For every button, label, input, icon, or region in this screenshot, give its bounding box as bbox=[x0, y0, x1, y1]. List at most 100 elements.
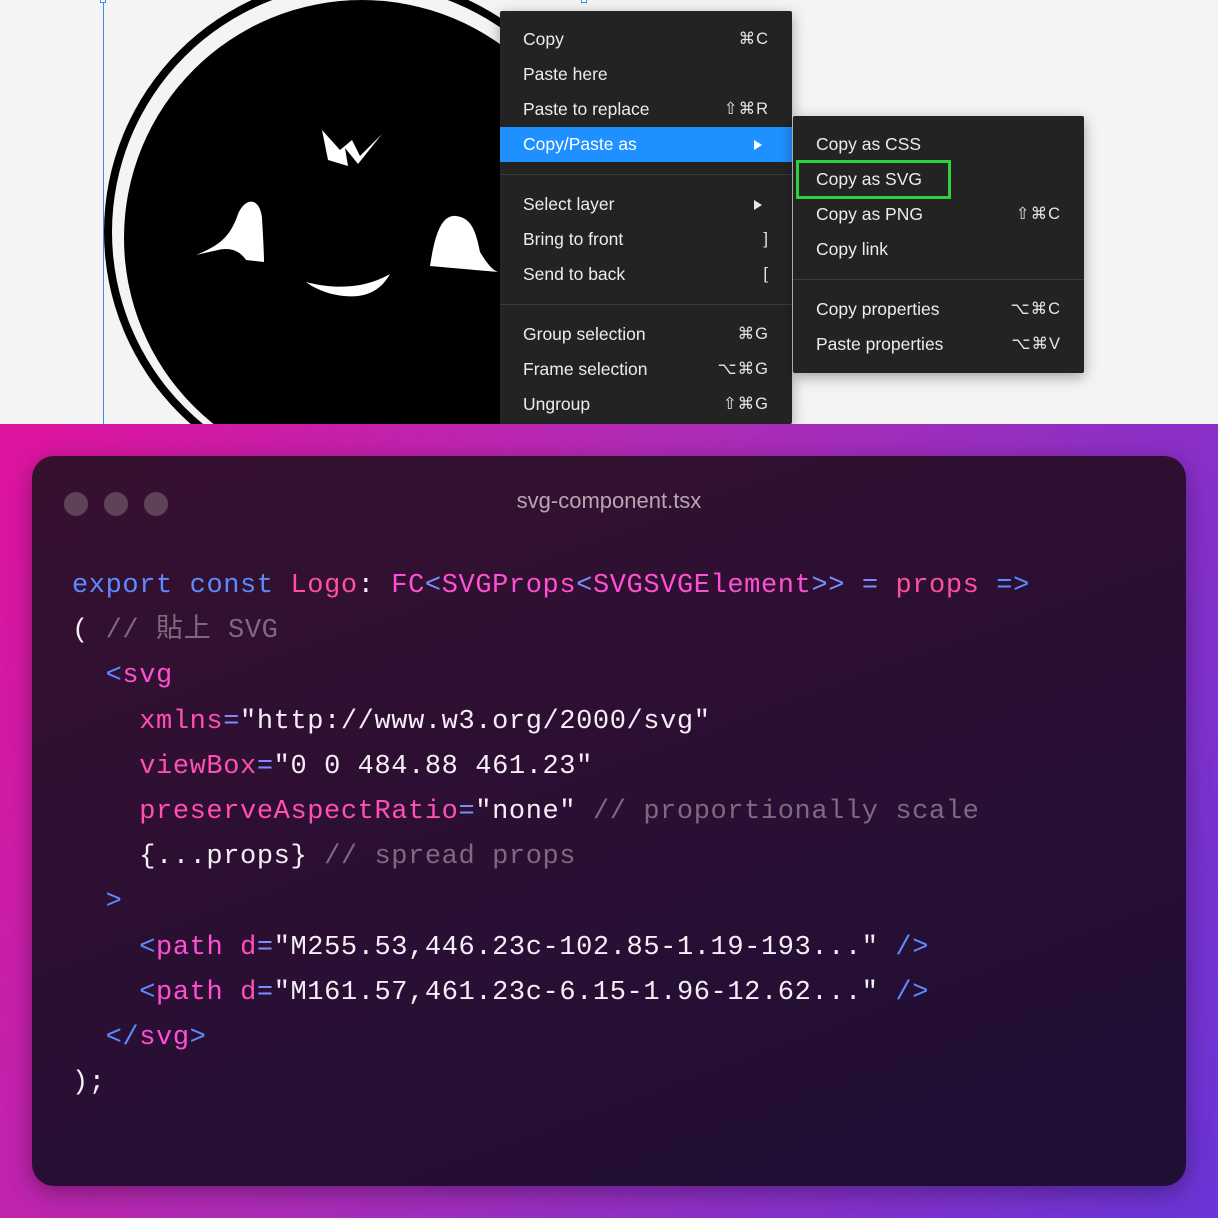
code-line: preserveAspectRatio="none" // proportion… bbox=[72, 790, 1030, 835]
code-token: // 貼上 SVG bbox=[105, 616, 279, 647]
code-token: = bbox=[861, 571, 879, 601]
shortcut-label: ⌥⌘V bbox=[1011, 335, 1061, 353]
menu-item-paste-to-replace[interactable]: Paste to replace ⇧⌘R bbox=[500, 92, 792, 127]
code-token: < bbox=[139, 977, 157, 1008]
code-line: </svg> bbox=[72, 1016, 1030, 1061]
menu-item-label: Copy as PNG bbox=[816, 204, 923, 224]
menu-item-label: Select layer bbox=[523, 194, 615, 214]
code-token: = bbox=[458, 796, 476, 827]
menu-divider bbox=[500, 304, 792, 305]
code-token: = bbox=[256, 932, 274, 963]
menu-item-label: Paste here bbox=[523, 64, 608, 84]
menu-item-group-selection[interactable]: Group selection ⌘G bbox=[500, 317, 792, 352]
menu-divider bbox=[500, 174, 792, 175]
code-token: "M255.53,446.23c-102.85-1.19-193..." bbox=[273, 932, 879, 963]
menu-item-bring-to-front[interactable]: Bring to front ] bbox=[500, 222, 792, 257]
window-title: svg-component.tsx bbox=[516, 488, 702, 513]
menu-item-label: Paste to replace bbox=[523, 99, 650, 119]
code-token: "M161.57,461.23c-6.15-1.96-12.62..." bbox=[273, 977, 879, 1008]
code-token: {...props} bbox=[139, 842, 308, 873]
code-token: >> bbox=[811, 571, 845, 601]
code-line: ( // 貼上 SVG bbox=[72, 609, 1030, 654]
menu-item-label: Copy bbox=[523, 29, 564, 49]
code-token: ( bbox=[72, 616, 106, 647]
code-line: <svg bbox=[72, 654, 1030, 699]
context-menu: Copy ⌘C Paste here Paste to replace ⇧⌘R … bbox=[500, 11, 792, 424]
code-token: /> bbox=[895, 932, 930, 963]
code-token: // proportionally scale bbox=[592, 796, 980, 827]
design-canvas[interactable]: Copy ⌘C Paste here Paste to replace ⇧⌘R … bbox=[0, 0, 1218, 424]
menu-item-ungroup[interactable]: Ungroup ⇧⌘G bbox=[500, 387, 792, 422]
shortcut-label: ⌘C bbox=[738, 30, 769, 48]
menu-item-copy-as-css[interactable]: Copy as CSS bbox=[793, 127, 1084, 162]
shortcut-label: ⇧⌘G bbox=[722, 395, 769, 413]
menu-item-label: Copy as CSS bbox=[816, 134, 922, 154]
code-token: props bbox=[895, 571, 980, 601]
code-line: <path d="M255.53,446.23c-102.85-1.19-193… bbox=[72, 926, 1030, 971]
menu-item-label: Ungroup bbox=[523, 394, 591, 414]
menu-item-label: Frame selection bbox=[523, 359, 648, 379]
code-line: viewBox="0 0 484.88 461.23" bbox=[72, 745, 1030, 790]
submenu-arrow-icon bbox=[754, 140, 762, 150]
menu-item-copy-as-svg[interactable]: Copy as SVG bbox=[793, 162, 1084, 197]
menu-item-send-to-back[interactable]: Send to back [ bbox=[500, 257, 792, 292]
shortcut-label: ⇧⌘C bbox=[1015, 205, 1061, 223]
copy-paste-as-submenu: Copy as CSS Copy as SVG Copy as PNG ⇧⌘C … bbox=[793, 116, 1084, 373]
code-line: <path d="M161.57,461.23c-6.15-1.96-12.62… bbox=[72, 971, 1030, 1016]
menu-item-label: Copy as SVG bbox=[816, 169, 923, 189]
menu-item-label: Group selection bbox=[523, 324, 646, 344]
menu-item-label: Copy properties bbox=[816, 299, 940, 319]
code-token: : bbox=[357, 571, 392, 601]
code-token: ); bbox=[72, 1068, 106, 1099]
code-line: xmlns="http://www.w3.org/2000/svg" bbox=[72, 700, 1030, 745]
menu-item-select-layer[interactable]: Select layer bbox=[500, 187, 792, 222]
menu-item-copy-paste-as[interactable]: Copy/Paste as bbox=[500, 127, 792, 162]
code-token: = bbox=[256, 751, 274, 782]
menu-item-copy-as-png[interactable]: Copy as PNG ⇧⌘C bbox=[793, 197, 1084, 232]
code-token: const bbox=[189, 571, 274, 601]
shortcut-label: ⌥⌘C bbox=[1010, 300, 1061, 318]
code-token: = bbox=[256, 977, 274, 1008]
code-token: FC bbox=[391, 571, 425, 601]
menu-item-paste-here[interactable]: Paste here bbox=[500, 57, 792, 92]
code-window: svg-component.tsx export const Logo: FC<… bbox=[32, 456, 1186, 1186]
code-token: => bbox=[996, 571, 1030, 601]
code-token: svg bbox=[139, 1022, 190, 1053]
code-token: </ bbox=[105, 1022, 140, 1053]
shortcut-label: ] bbox=[763, 230, 769, 248]
code-token: d bbox=[240, 932, 257, 963]
code-token: < bbox=[424, 571, 442, 601]
code-token: < bbox=[576, 571, 593, 601]
menu-item-copy-link[interactable]: Copy link bbox=[793, 232, 1084, 267]
menu-item-frame-selection[interactable]: Frame selection ⌥⌘G bbox=[500, 352, 792, 387]
menu-item-paste-properties[interactable]: Paste properties ⌥⌘V bbox=[793, 327, 1084, 362]
shortcut-label: ⇧⌘R bbox=[723, 100, 769, 118]
menu-item-copy-properties[interactable]: Copy properties ⌥⌘C bbox=[793, 292, 1084, 327]
code-token: SVGProps bbox=[441, 571, 577, 601]
menu-item-label: Bring to front bbox=[523, 229, 624, 249]
code-token: > bbox=[105, 887, 123, 918]
menu-item-copy[interactable]: Copy ⌘C bbox=[500, 22, 792, 57]
menu-item-label: Copy/Paste as bbox=[523, 134, 637, 154]
code-line: {...props} // spread props bbox=[72, 835, 1030, 880]
code-token: "0 0 484.88 461.23" bbox=[273, 751, 593, 782]
code-token: Logo bbox=[290, 571, 358, 601]
code-token: SVGSVGElement bbox=[592, 571, 812, 601]
code-block: export const Logo: FC<SVGProps<SVGSVGEle… bbox=[72, 564, 1030, 1106]
